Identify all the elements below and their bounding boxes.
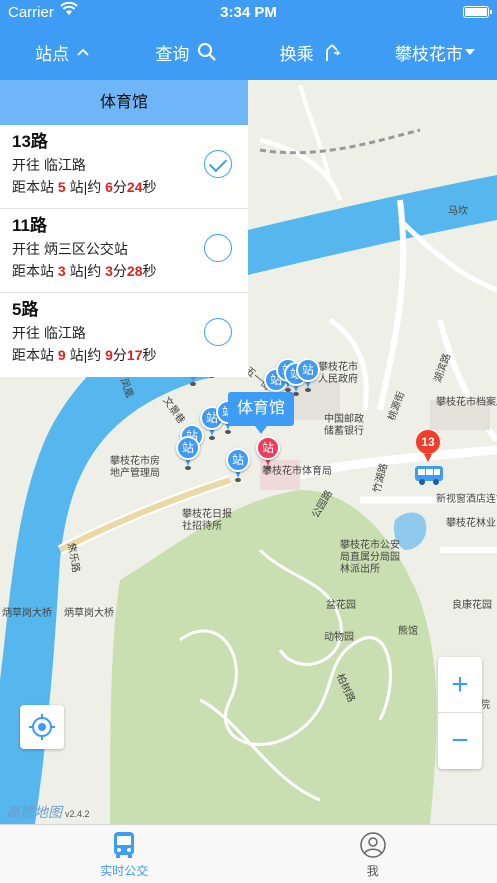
crosshair-icon — [29, 714, 55, 740]
tab-realtime-label: 实时公交 — [100, 863, 149, 878]
tab-me-label: 我 — [366, 863, 379, 878]
map-label: 盆花园 — [326, 600, 356, 611]
bus-number-badge: 13 — [416, 430, 440, 454]
bus-stop-pin[interactable]: 站 — [176, 436, 200, 470]
map-label: 炳草岗大桥 — [2, 608, 52, 619]
transfer-tab[interactable]: 换乘 — [249, 40, 373, 65]
bus-marker[interactable]: 13 — [414, 430, 444, 491]
map-label: 熊馆 — [398, 626, 418, 637]
bus-front-icon — [114, 831, 135, 858]
search-tab[interactable]: 查询 — [124, 40, 248, 65]
map-label: 动物园 — [324, 632, 354, 643]
map-label: 社招待所 — [182, 521, 222, 532]
map-label: 人民政府 — [318, 374, 358, 385]
route-eta: 距本站 5 站|约 6分24秒 — [12, 179, 157, 195]
route-eta: 距本站 3 站|约 3分28秒 — [12, 263, 157, 279]
tab-realtime-bus[interactable]: 实时公交 — [0, 825, 249, 883]
route-select-checkbox[interactable] — [204, 150, 232, 178]
tab-me[interactable]: 我 — [249, 825, 497, 883]
bus-stop-pin[interactable]: 站 — [296, 358, 320, 392]
user-icon — [360, 831, 386, 858]
map-label: 地产管理局 — [110, 468, 160, 479]
clock: 3:34 PM — [220, 4, 277, 21]
route-row[interactable]: 11路 开往 炳三区公交站 距本站 3 站|约 3分28秒 — [0, 209, 248, 293]
route-eta: 距本站 9 站|约 9分17秒 — [12, 347, 157, 363]
zoom-out-button[interactable]: − — [438, 713, 482, 769]
stations-tab[interactable]: 站点 — [0, 40, 124, 65]
map-label: 新视窗酒店连锁 — [436, 494, 497, 505]
tab-bar: 实时公交 我 — [0, 824, 497, 883]
top-bar: Carrier 3:34 PM 站点 查询 换乘 攀枝花市 — [0, 0, 497, 80]
route-destination: 开往 临江路 — [12, 157, 86, 173]
route-name: 11路 — [12, 216, 47, 235]
transfer-label: 换乘 — [279, 44, 314, 64]
transfer-icon — [325, 44, 341, 61]
stations-label: 站点 — [35, 44, 70, 64]
route-row[interactable]: 5路 开往 临江路 距本站 9 站|约 9分17秒 — [0, 293, 248, 377]
search-label: 查询 — [155, 44, 190, 64]
zoom-control: + − — [438, 657, 482, 769]
route-destination: 开往 临江路 — [12, 325, 86, 341]
chevron-up-icon — [77, 48, 89, 56]
route-name: 5路 — [12, 300, 39, 319]
map-label: 马坎 — [448, 206, 468, 217]
search-icon — [198, 43, 217, 61]
zoom-in-button[interactable]: + — [438, 657, 482, 713]
map-label: 炳草岗大桥 — [64, 608, 114, 619]
map-label: 林派出所 — [340, 564, 380, 575]
map-label: 攀枝花林业 — [446, 518, 496, 529]
map-label: 储蓄银行 — [324, 426, 364, 437]
map-brand-logo: 高德地图 v2.4.2 — [6, 804, 90, 820]
nav-bar: 站点 查询 换乘 攀枝花市 — [0, 24, 497, 80]
route-name: 13路 — [12, 132, 48, 151]
selected-stop-pin[interactable]: 站 — [256, 436, 280, 470]
bus-icon — [415, 466, 443, 485]
station-panel: 体育馆 13路 开往 临江路 距本站 5 站|约 6分24秒 11路 开往 炳三… — [0, 80, 248, 377]
route-destination: 开往 炳三区公交站 — [12, 241, 128, 257]
map-label: 攀枝花市档案局 — [436, 397, 497, 408]
route-row[interactable]: 13路 开往 临江路 距本站 5 站|约 6分24秒 — [0, 125, 248, 209]
route-select-checkbox[interactable] — [204, 234, 232, 262]
map-label: 良康花园 — [452, 600, 492, 611]
route-select-checkbox[interactable] — [204, 318, 232, 346]
caret-down-icon — [464, 49, 475, 55]
status-bar: Carrier 3:34 PM — [0, 0, 497, 24]
panel-title: 体育馆 — [0, 80, 248, 125]
locate-button[interactable] — [20, 705, 64, 749]
city-selector[interactable]: 攀枝花市 — [373, 40, 497, 65]
station-callout[interactable]: 体育馆 — [228, 392, 294, 434]
battery-icon — [463, 6, 492, 18]
city-label: 攀枝花市 — [394, 44, 463, 64]
bus-stop-pin[interactable]: 站 — [226, 448, 250, 482]
